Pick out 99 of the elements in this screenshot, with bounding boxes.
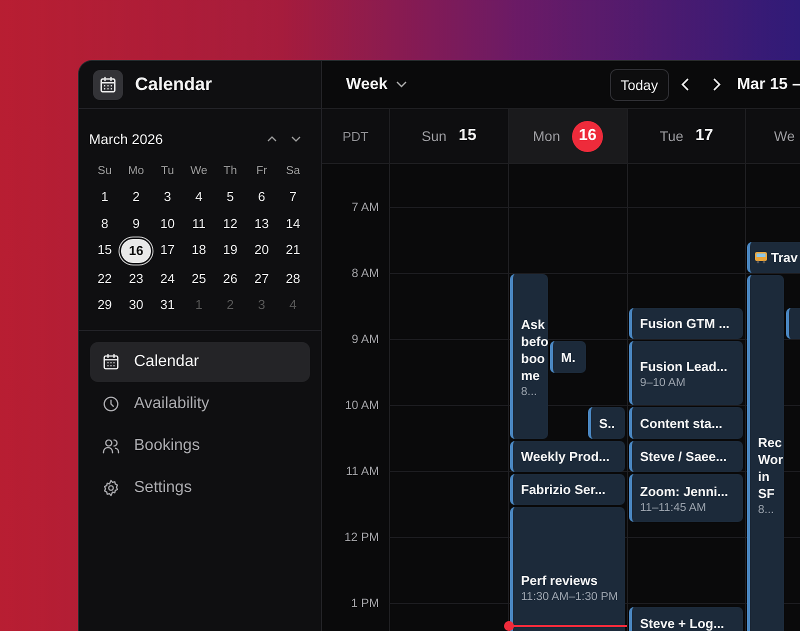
date-cell[interactable]: 9 (120, 212, 152, 234)
month-title: March 2026 (89, 131, 164, 147)
hour-label: 10 AM (344, 398, 379, 412)
date-cell[interactable]: 17 (152, 238, 183, 260)
event-block[interactable]: Trav (747, 242, 800, 273)
calendar-icon (102, 352, 120, 370)
event-block[interactable]: M. (550, 341, 586, 373)
date-cell[interactable]: 26 (214, 267, 246, 289)
date-cell[interactable]: 5 (214, 186, 246, 208)
chevron-up-icon[interactable] (267, 136, 277, 142)
day-header[interactable]: Sun 15 (389, 109, 508, 163)
date-cell[interactable]: 25 (183, 267, 214, 289)
event-block[interactable]: Zoom: Jenni... 11–11:45 AM (629, 474, 743, 522)
event-title: Fusion Lead... (640, 358, 728, 374)
date-cell[interactable]: 14 (278, 212, 309, 234)
event-title: Content sta... (640, 414, 724, 432)
event-block[interactable]: Rec Wor in SF 8... (747, 275, 784, 631)
app-title: Calendar (135, 74, 212, 95)
date-cell[interactable]: 23 (120, 267, 152, 289)
event-title: Trav (771, 249, 798, 266)
hour-label: 7 AM (352, 200, 379, 214)
nav-item[interactable]: Bookings (90, 426, 310, 466)
date-cell[interactable]: 22 (89, 267, 120, 289)
event-block[interactable]: Ask befo boo me 8... (510, 274, 548, 439)
date-cell[interactable]: 3 (152, 186, 183, 208)
day-header[interactable]: Tue 17 (627, 109, 745, 163)
date-cell[interactable]: 13 (246, 212, 278, 234)
nav-item[interactable]: Settings (90, 468, 310, 508)
event-block[interactable]: S.. (588, 407, 625, 439)
event-block[interactable]: Fabrizio Ser... (510, 474, 625, 505)
timezone-label: PDT (342, 128, 368, 144)
calendar-icon (93, 70, 123, 100)
chevron-right-icon[interactable] (712, 78, 721, 91)
event-time: 8... (758, 504, 775, 516)
date-cell[interactable]: 21 (278, 238, 309, 260)
event-block[interactable]: Weekly Prod... (510, 441, 625, 472)
date-cell[interactable]: 1 (89, 186, 120, 208)
event-title: Steve + Log... (640, 614, 726, 631)
today-button[interactable]: Today (610, 68, 669, 100)
event-title: Weekly Prod... (521, 448, 611, 465)
event-title: Fusion GTM ... (640, 315, 731, 332)
event-time: 9–10 AM (640, 376, 686, 388)
date-cell[interactable]: 2 (120, 186, 152, 208)
chevron-down-icon[interactable] (291, 136, 301, 142)
event-block[interactable]: Content sta... (629, 407, 743, 439)
chevron-down-icon[interactable] (396, 81, 407, 88)
date-cell[interactable]: 24 (152, 267, 183, 289)
weekday-label: Sa (285, 165, 302, 177)
hour-label: 1 PM (350, 596, 379, 610)
event-title: S.. (599, 414, 616, 432)
date-cell[interactable]: 20 (246, 238, 278, 260)
event-time: 11–11:45 AM (640, 502, 708, 514)
event-block[interactable]: Steve / Saee... (629, 441, 743, 472)
settings-icon (102, 478, 120, 496)
weekday-label: Tu (160, 165, 175, 177)
event-title: Perf reviews (521, 572, 599, 588)
weekday-label: Fr (255, 165, 268, 177)
date-cell[interactable]: 15 (89, 238, 120, 260)
date-cell[interactable]: 4 (183, 186, 214, 208)
date-cell[interactable]: 11 (183, 212, 214, 234)
event-time: 11:30 AM–1:30 PM (521, 590, 619, 602)
hour-label: 11 AM (346, 464, 379, 478)
clock-icon (102, 394, 120, 412)
date-cell[interactable]: 18 (183, 238, 214, 260)
day-header[interactable]: We (745, 109, 800, 163)
hour-label: 9 AM (352, 332, 379, 346)
date-cell[interactable]: 27 (246, 267, 278, 289)
weekday-label: Mo (127, 165, 146, 177)
date-cell[interactable]: 19 (214, 238, 246, 260)
date-cell[interactable]: 31 (152, 294, 183, 316)
nav-item[interactable]: Calendar (90, 342, 310, 382)
date-cell[interactable]: 7 (278, 186, 309, 208)
date-cell[interactable]: 6 (246, 186, 278, 208)
chevron-left-icon[interactable] (680, 78, 689, 91)
event-block[interactable]: Fusion GTM ... (629, 308, 743, 339)
nav-item[interactable]: Availability (90, 384, 310, 424)
date-cell[interactable]: 16 (121, 238, 152, 262)
event-block[interactable]: Steve + Log... (629, 607, 743, 631)
event-title: Steve / Saee... (640, 448, 728, 465)
event-title: M. (561, 348, 576, 366)
day-header[interactable]: Mon 16 (508, 109, 627, 163)
event-title: Zoom: Jenni... (640, 482, 730, 500)
view-dropdown[interactable]: Week (346, 76, 407, 94)
people-icon (102, 436, 120, 454)
hour-label: 12 PM (344, 530, 379, 544)
date-cell[interactable]: 30 (120, 294, 152, 316)
date-cell[interactable]: 8 (89, 212, 120, 234)
hour-label: 8 AM (352, 266, 379, 280)
event-time: 8... (521, 386, 538, 398)
date-cell[interactable]: 10 (152, 212, 183, 234)
event-title: Fabrizio Ser... (521, 481, 607, 498)
weekday-label: Su (96, 165, 113, 177)
weekday-label: Th (222, 165, 238, 177)
date-cell[interactable]: 28 (278, 267, 309, 289)
event-block[interactable]: Fusion Lead... 9–10 AM (629, 341, 743, 405)
date-cell[interactable]: 29 (89, 294, 120, 316)
tram-icon (754, 251, 768, 264)
date-cell[interactable]: 12 (214, 212, 246, 234)
weekday-label: We (189, 165, 208, 177)
